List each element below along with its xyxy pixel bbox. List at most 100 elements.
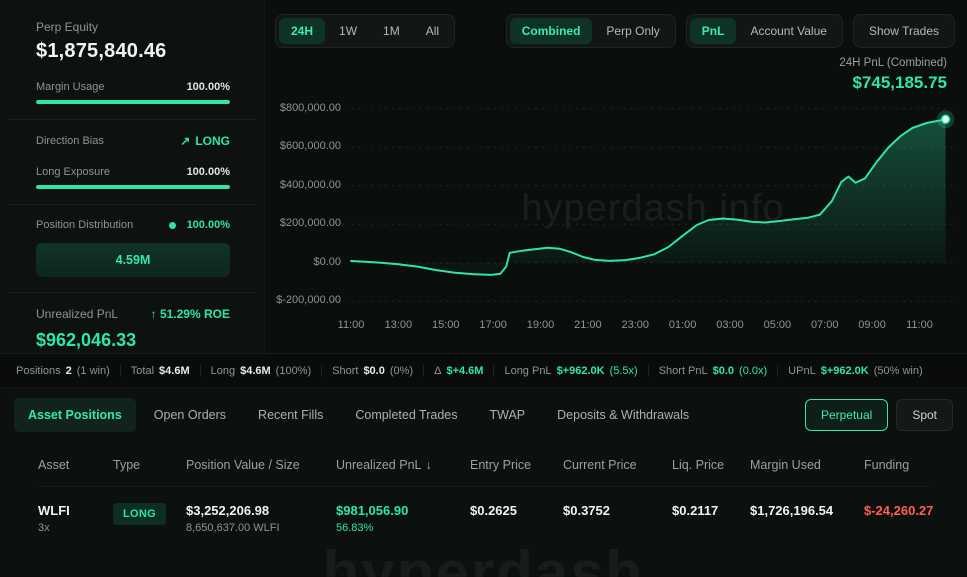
column-header-funding[interactable]: Funding bbox=[864, 458, 929, 472]
stat-extra: (0.0x) bbox=[739, 365, 767, 377]
asset-leverage: 3x bbox=[38, 522, 113, 534]
stat-short-pnl: Short PnL$0.0(0.0x) bbox=[648, 365, 777, 377]
stat-extra: (1 win) bbox=[77, 365, 110, 377]
show-trades-group: Show Trades bbox=[853, 14, 955, 48]
x-tick-label: 19:00 bbox=[527, 319, 555, 331]
stat-label: UPnL bbox=[788, 365, 816, 377]
x-tick-label: 15:00 bbox=[432, 319, 460, 331]
y-tick-label: $200,000.00 bbox=[280, 217, 341, 229]
combined-button[interactable]: Combined bbox=[510, 18, 593, 44]
chart-wrap: $800,000.00$600,000.00$400,000.00$200,00… bbox=[275, 101, 955, 309]
position-value-cell: $3,252,206.988,650,637.00 WLFI bbox=[186, 503, 336, 534]
stat-label: Positions bbox=[16, 365, 61, 377]
perp-only-button[interactable]: Perp Only bbox=[594, 18, 671, 44]
tab-recent-fills[interactable]: Recent Fills bbox=[244, 398, 337, 432]
margin-used-cell: $1,726,196.54 bbox=[750, 503, 864, 518]
margin-usage-bar bbox=[36, 100, 230, 104]
long-badge: LONG bbox=[113, 503, 166, 525]
column-header-current-price[interactable]: Current Price bbox=[563, 458, 672, 472]
x-tick-label: 23:00 bbox=[621, 319, 649, 331]
stat-label: Long PnL bbox=[504, 365, 551, 377]
long-exposure-bar bbox=[36, 185, 230, 189]
column-header-type[interactable]: Type bbox=[113, 458, 186, 472]
x-tick-label: 13:00 bbox=[385, 319, 413, 331]
chart-header-label: 24H PnL (Combined) bbox=[275, 57, 947, 69]
column-header-position-value-size[interactable]: Position Value / Size bbox=[186, 458, 336, 472]
tab-asset-positions[interactable]: Asset Positions bbox=[14, 398, 136, 432]
pnl-button[interactable]: PnL bbox=[690, 18, 737, 44]
column-header-liq-price[interactable]: Liq. Price bbox=[672, 458, 750, 472]
stat-extra: (5.5x) bbox=[610, 365, 638, 377]
direction-bias-label: Direction Bias bbox=[36, 135, 104, 147]
time-range-24h-button[interactable]: 24H bbox=[279, 18, 325, 44]
tab-open-orders[interactable]: Open Orders bbox=[140, 398, 240, 432]
stat-total: Total$4.6M bbox=[120, 365, 200, 377]
market-spot-button[interactable]: Spot bbox=[896, 399, 953, 431]
combine-mode-group: CombinedPerp Only bbox=[506, 14, 676, 48]
funding-value: $-24,260.27 bbox=[864, 503, 933, 518]
y-tick-label: $800,000.00 bbox=[280, 102, 341, 114]
time-range-all-button[interactable]: All bbox=[414, 18, 451, 44]
direction-bias-text: LONG bbox=[195, 134, 230, 148]
margin-usage-bar-fill bbox=[36, 100, 230, 104]
column-header-entry-price[interactable]: Entry Price bbox=[470, 458, 563, 472]
x-tick-label: 03:00 bbox=[716, 319, 744, 331]
tab-twap[interactable]: TWAP bbox=[475, 398, 539, 432]
time-range-1w-button[interactable]: 1W bbox=[327, 18, 369, 44]
stat-upnl: UPnL $+962.0K (50% win) bbox=[777, 365, 932, 377]
tab-completed-trades[interactable]: Completed Trades bbox=[341, 398, 471, 432]
stat-value: $+962.0K bbox=[821, 365, 869, 377]
y-tick-label: $600,000.00 bbox=[280, 140, 341, 152]
column-header-margin-used[interactable]: Margin Used bbox=[750, 458, 864, 472]
column-header-asset[interactable]: Asset bbox=[38, 458, 113, 472]
position-value: $3,252,206.98 bbox=[186, 503, 336, 518]
long-exposure-bar-fill bbox=[36, 185, 230, 189]
asset-cell: WLFI3x bbox=[38, 503, 113, 534]
stat-label: Short PnL bbox=[659, 365, 708, 377]
unrealized-pnl-cell: $981,056.9056.83% bbox=[336, 503, 470, 534]
x-tick-label: 11:00 bbox=[338, 319, 365, 331]
account-value-button[interactable]: Account Value bbox=[738, 18, 839, 44]
divider bbox=[8, 292, 256, 293]
stat-value: $+962.0K bbox=[557, 365, 605, 377]
position-distribution-percent: 100.00% bbox=[187, 219, 230, 231]
column-header-unrealized-pnl[interactable]: Unrealized PnL↓ bbox=[336, 458, 470, 472]
direction-bias-value: ↗ LONG bbox=[180, 134, 230, 148]
stat-short: Short$0.0(0%) bbox=[321, 365, 423, 377]
margin-usage-row: Margin Usage 100.00% bbox=[36, 81, 230, 93]
hyperdash-dashboard: Perp Equity $1,875,840.46 Margin Usage 1… bbox=[0, 0, 967, 577]
pnl-area-fill bbox=[351, 119, 946, 275]
account-summary-sidebar: Perp Equity $1,875,840.46 Margin Usage 1… bbox=[0, 0, 265, 353]
stat-extra: (50% win) bbox=[874, 365, 923, 377]
divider bbox=[8, 204, 256, 205]
x-axis: 11:0013:0015:0017:0019:0021:0023:0001:00… bbox=[351, 315, 955, 341]
show-trades-button[interactable]: Show Trades bbox=[857, 18, 951, 44]
stat-label: Δ bbox=[434, 365, 441, 377]
market-perpetual-button[interactable]: Perpetual bbox=[805, 399, 888, 431]
x-tick-label: 09:00 bbox=[858, 319, 886, 331]
tab-deposits-withdrawals[interactable]: Deposits & Withdrawals bbox=[543, 398, 703, 432]
stat-value: $4.6M bbox=[240, 365, 271, 377]
perp-equity-value: $1,875,840.46 bbox=[36, 40, 230, 63]
pnl-chart[interactable] bbox=[351, 101, 955, 309]
x-tick-label: 05:00 bbox=[764, 319, 792, 331]
margin-usage-value: 100.00% bbox=[187, 81, 230, 93]
position-row-wlfi[interactable]: WLFI3xLONG $3,252,206.988,650,637.00 WLFI… bbox=[38, 487, 929, 552]
view-toggle-groups: CombinedPerp Only PnLAccount Value Show Tr… bbox=[506, 14, 955, 48]
market-toggle: PerpetualSpot bbox=[805, 399, 953, 431]
position-distribution-bar: 4.59M bbox=[36, 243, 230, 277]
stat-value: 2 bbox=[66, 365, 72, 377]
metric-mode-group: PnLAccount Value bbox=[686, 14, 843, 48]
current-price: $0.3752 bbox=[563, 503, 672, 518]
long-exposure-value: 100.00% bbox=[187, 166, 230, 178]
liq-price-cell: $0.2117 bbox=[672, 503, 750, 518]
stat-long: Long$4.6M(100%) bbox=[200, 365, 322, 377]
y-tick-label: $0.00 bbox=[313, 256, 341, 268]
stat-label: Total bbox=[131, 365, 154, 377]
time-range-1m-button[interactable]: 1M bbox=[371, 18, 412, 44]
positions-panel: Asset PositionsOpen OrdersRecent FillsCo… bbox=[0, 388, 967, 576]
stat-extra: (100%) bbox=[276, 365, 311, 377]
x-tick-label: 17:00 bbox=[479, 319, 507, 331]
divider bbox=[8, 119, 256, 120]
long-exposure-label: Long Exposure bbox=[36, 166, 110, 178]
